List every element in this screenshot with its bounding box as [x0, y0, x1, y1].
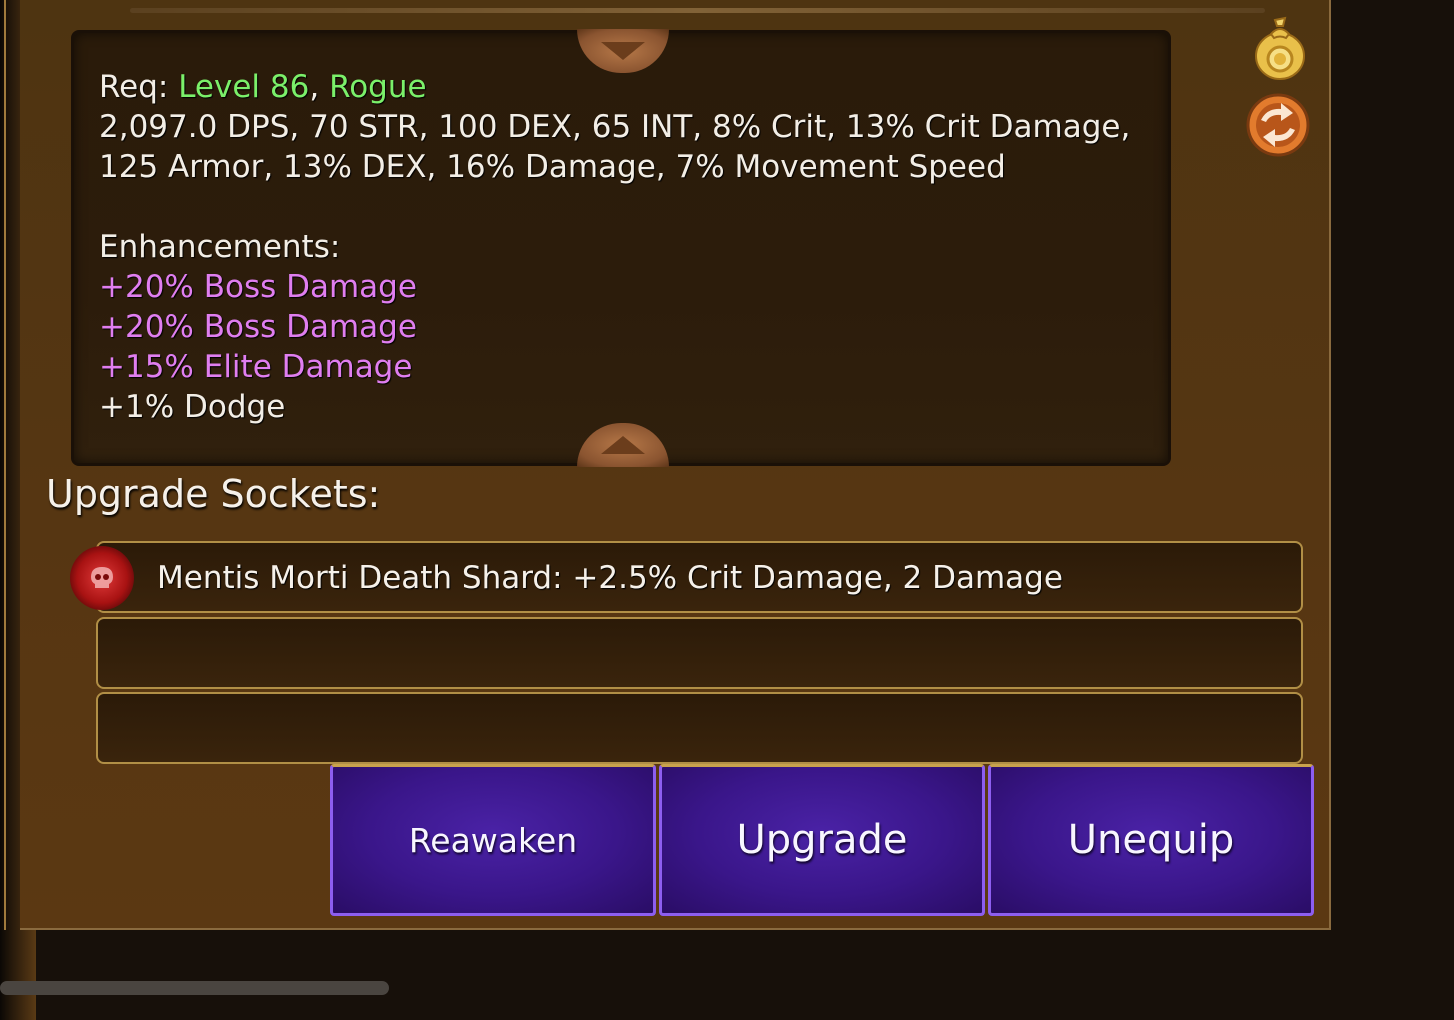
scroll-up-button[interactable]: [577, 29, 669, 73]
socket-gem-description: Mentis Morti Death Shard: +2.5% Crit Dam…: [157, 560, 1063, 596]
socket-slot-empty[interactable]: [96, 692, 1303, 764]
enhancement-item: +15% Elite Damage: [99, 349, 413, 385]
horizontal-scrollbar[interactable]: [0, 981, 389, 995]
scroll-down-button[interactable]: [577, 423, 669, 467]
reawaken-button[interactable]: Reawaken: [330, 764, 656, 916]
req-level: Level 86: [178, 69, 310, 105]
req-separator: ,: [309, 69, 330, 105]
enhancements-title: Enhancements:: [99, 229, 341, 265]
requirement-line: Req: Level 86, Rogue: [99, 67, 427, 107]
item-stats-box[interactable]: Req: Level 86, Rogue 2,097.0 DPS, 70 STR…: [71, 29, 1171, 467]
background: [1333, 0, 1454, 1020]
chevron-up-icon: [601, 436, 645, 454]
skull-gem-icon: [70, 546, 134, 610]
panel-top-divider: [130, 8, 1265, 13]
unequip-button[interactable]: Unequip: [988, 764, 1314, 916]
req-label: Req:: [99, 69, 179, 105]
enhancement-item: +1% Dodge: [99, 389, 286, 425]
upgrade-button[interactable]: Upgrade: [659, 764, 985, 916]
stats-line-1: 2,097.0 DPS, 70 STR, 100 DEX, 65 INT, 8%…: [99, 109, 1131, 145]
enhancement-item: +20% Boss Damage: [99, 309, 417, 345]
upgrade-sockets-title: Upgrade Sockets:: [46, 472, 381, 516]
req-class: Rogue: [329, 69, 427, 105]
chevron-down-icon: [601, 42, 645, 60]
socket-slot-empty[interactable]: [96, 617, 1303, 689]
gold-bag-icon[interactable]: [1253, 14, 1307, 82]
enhancement-item: +20% Boss Damage: [99, 269, 417, 305]
stats-line-2: 125 Armor, 13% DEX, 16% Damage, 7% Movem…: [99, 149, 1006, 185]
swap-icon[interactable]: [1245, 92, 1311, 158]
